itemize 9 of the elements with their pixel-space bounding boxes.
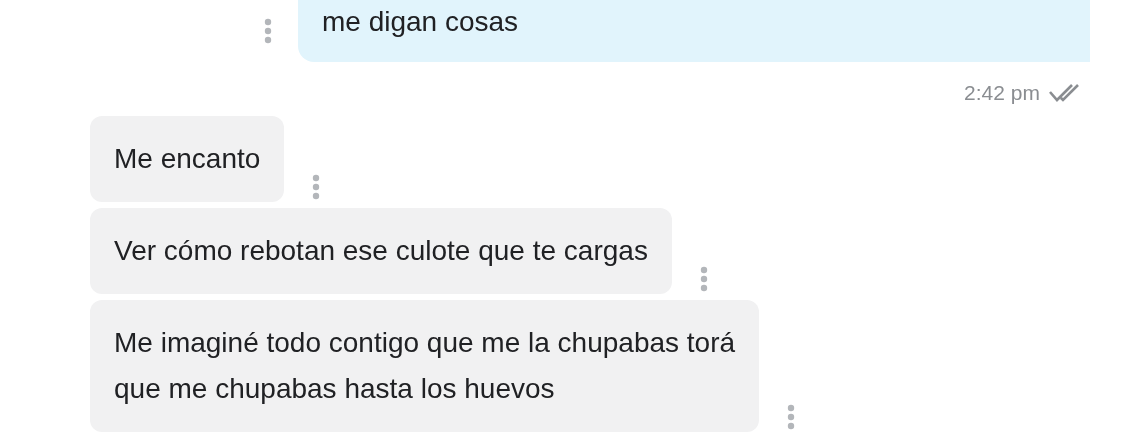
sent-message: me digan cosas	[298, 0, 1090, 62]
message-time: 2:42 pm	[964, 81, 1040, 105]
more-options-icon[interactable]	[787, 404, 796, 430]
received-message: Me imaginé todo contigo que me la chupabas torá que me chupabas hasta los huevos	[90, 300, 760, 432]
more-options-icon[interactable]	[699, 266, 708, 292]
more-options-icon[interactable]	[264, 18, 272, 44]
received-message: Ver cómo rebotan ese culote que te cargas	[90, 208, 672, 294]
received-message: Me encanto	[90, 116, 285, 202]
more-options-icon[interactable]	[312, 174, 321, 200]
